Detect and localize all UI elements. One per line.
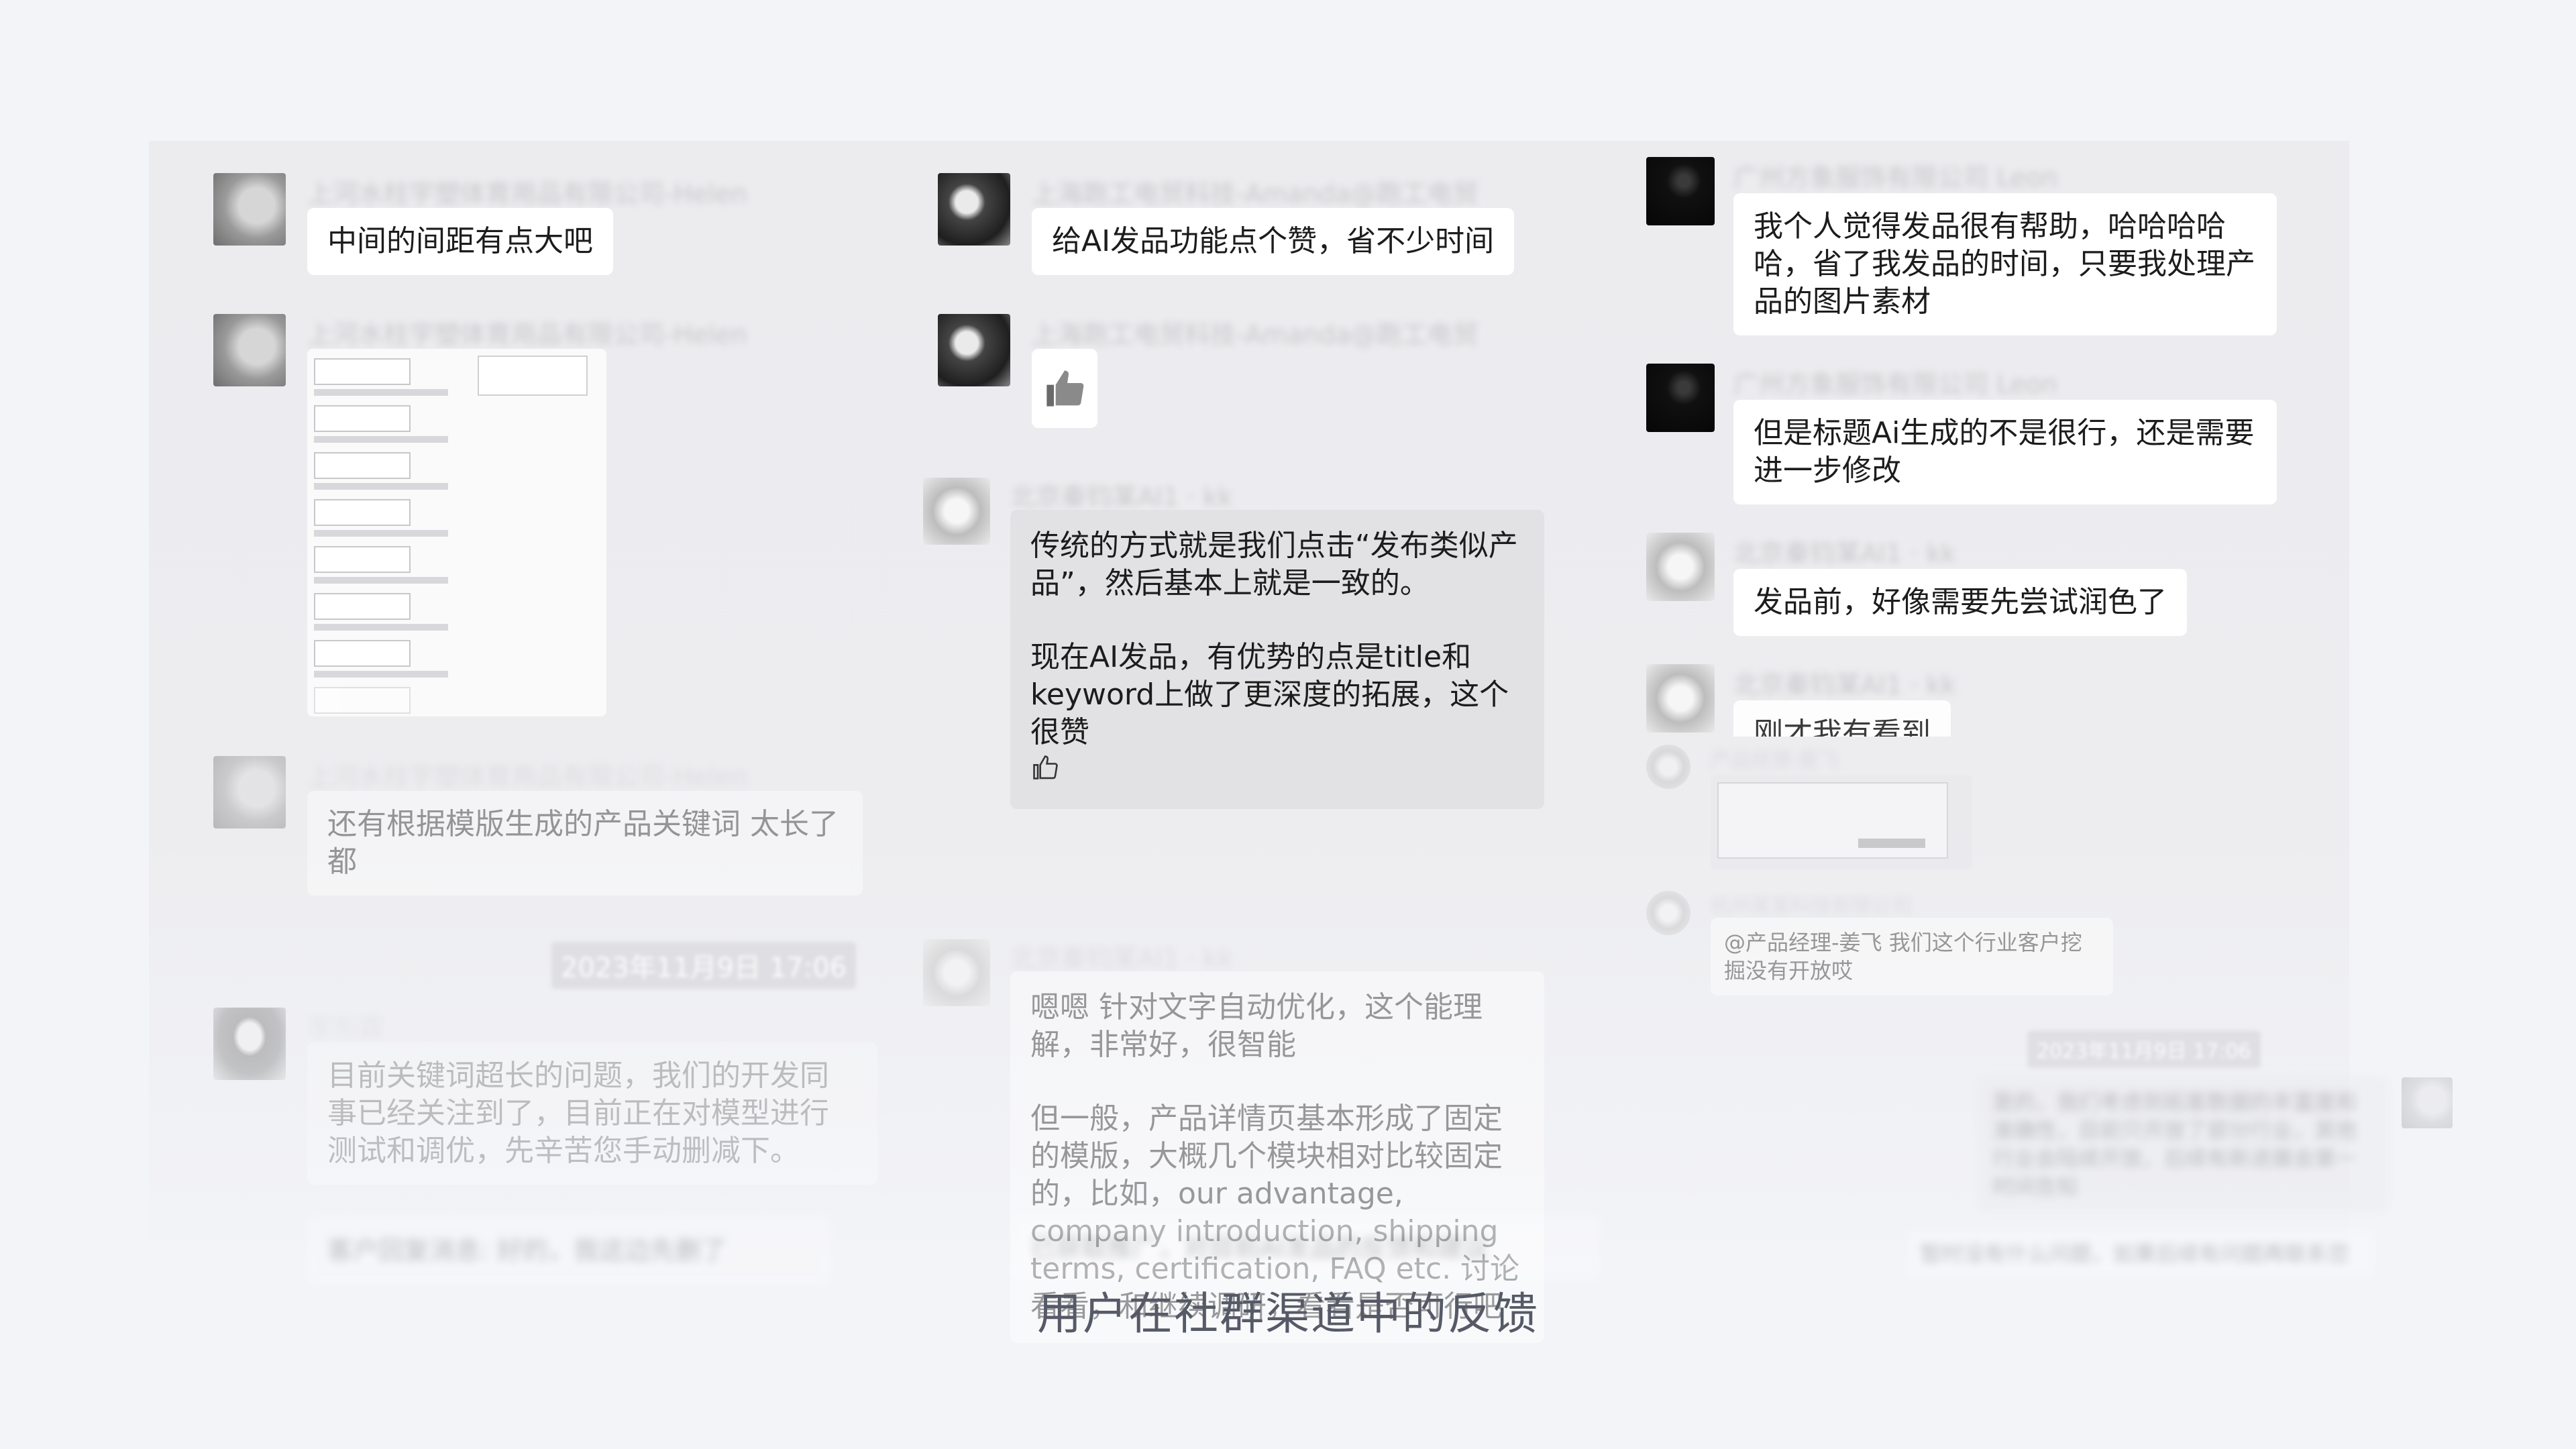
sender-name: 产品经理-姜飞 — [1711, 749, 1839, 772]
thumb-line — [314, 671, 448, 678]
chat-column-1: 上河水柱宇塑体育用品有限公司-Helen 中间的间距有点大吧 上河水柱宇塑体育用… — [149, 141, 887, 1284]
avatar[interactable] — [213, 173, 286, 246]
timestamp: 2023年11月9日 17:06 — [2027, 1030, 2261, 1068]
sender-name: 北京秦钧某AI1 · kk — [1010, 482, 1233, 512]
quoted-message-bubble[interactable]: 传统的方式就是我们点击“发布类似产品”，然后基本上就是一致的。 现在AI发品，有… — [1010, 510, 1544, 809]
thumb-row — [314, 452, 411, 479]
avatar[interactable] — [923, 939, 990, 1006]
sender-name: 上河水柱宇塑体育用品有限公司-Helen — [307, 179, 747, 209]
avatar[interactable] — [938, 173, 1010, 246]
thumb-row — [314, 499, 411, 526]
sender-name: 北京秦钧某AI1 · kk — [1733, 670, 1956, 700]
message-bubble[interactable]: 给AI发品功能点个赞，省不少时间 — [1032, 208, 1515, 275]
sender-name: 杭州某某科技有限公司 — [1711, 895, 1912, 918]
button-preview — [1858, 839, 1925, 848]
thumbs-up-icon — [1046, 370, 1084, 407]
message-bubble[interactable]: 已获取推广，对目前AI发品的反馈和建议 — [1010, 1214, 1601, 1281]
message-bubble[interactable]: @产品经理-姜飞 我们这个行业客户挖掘没有开放哎 — [1711, 918, 2113, 996]
message-bubble[interactable]: 还有根据模版生成的产品关键词 太长了都 — [307, 791, 863, 896]
avatar[interactable] — [2402, 1077, 2453, 1128]
thumb-row — [314, 640, 411, 667]
message-bubble[interactable]: 但是标题Ai生成的不是很行，还是需要进一步修改 — [1733, 400, 2277, 504]
message-bubble[interactable]: 刚才我有看到 — [1733, 700, 1951, 737]
sender-name: 上河水柱宇塑体育用品有限公司-Helen — [307, 320, 747, 350]
chat-collage: 上河水柱宇塑体育用品有限公司-Helen 中间的间距有点大吧 上河水柱宇塑体育用… — [149, 141, 2453, 1343]
caption: 用户在社群渠道中的反馈 — [1037, 1288, 1539, 1340]
thumbs-up-icon — [1033, 755, 1058, 780]
thumb-row — [314, 546, 411, 573]
message-paragraph: 传统的方式就是我们点击“发布类似产品”，然后基本上就是一致的。 — [1030, 529, 1518, 600]
sender-name: 上海跑工电贸科技-Amanda@跑工电贸 — [1032, 179, 1479, 209]
screenshot-thumbnail[interactable] — [307, 349, 606, 716]
popup-preview — [478, 356, 588, 396]
thumb-line — [314, 577, 448, 584]
thumbs-up-bubble[interactable] — [1032, 349, 1097, 428]
sender-name: 李东霖 — [307, 1014, 384, 1043]
message-4: 北京秦钧某AI1 · kk 刚才我有看到 — [1646, 664, 2250, 737]
sender-name: 上海跑工电贸科技-Amanda@跑工电贸 — [1032, 320, 1479, 350]
avatar[interactable] — [213, 1008, 286, 1080]
avatar[interactable] — [1646, 891, 1690, 935]
sender-name: 广州方象服饰有限公司 Leon — [1733, 370, 2058, 399]
screenshot-thumbnail[interactable] — [1711, 775, 1972, 869]
thumb-line — [314, 436, 448, 443]
sender-name: 北京秦钧某AI1 · kk — [1010, 944, 1233, 973]
avatar[interactable] — [938, 314, 1010, 386]
message-bubble[interactable]: 是的，我们考虑到拓客数据的丰富度和准确性，目前只开放了部分行业，其他行业会陆续开… — [1979, 1077, 2388, 1212]
thumb-row — [314, 405, 411, 432]
avatar[interactable] — [923, 478, 990, 545]
avatar[interactable] — [1646, 745, 1690, 789]
avatar[interactable] — [213, 314, 286, 386]
chat-column-3: 广州方象服饰有限公司 Leon 我个人觉得发品很有帮助，哈哈哈哈哈，省了我发品的… — [1611, 141, 2453, 1281]
avatar[interactable] — [1646, 533, 1715, 601]
thumb-line — [314, 389, 448, 396]
thumb-line — [314, 624, 448, 631]
message-paragraph: 现在AI发品，有优势的点是title和keyword上做了更深度的拓展，这个很赞 — [1030, 640, 1509, 749]
thumb-row — [314, 593, 411, 620]
thumb-line — [314, 530, 448, 537]
thumb-row — [314, 358, 411, 385]
message-bubble[interactable]: 暂时没有什么问题，如果后续有问题再联系您 — [1907, 1229, 2376, 1279]
chat-column-2: 上海跑工电贸科技-Amanda@跑工电贸 给AI发品功能点个赞，省不少时间 上海… — [887, 141, 1611, 1343]
sender-name: 广州方象服饰有限公司 Leon — [1733, 163, 2058, 193]
avatar[interactable] — [1646, 364, 1715, 432]
message-bubble[interactable]: 中间的间距有点大吧 — [307, 208, 613, 275]
message-bubble[interactable]: 客户回复消息: 好的，我这边先删了 — [307, 1217, 830, 1284]
avatar[interactable] — [1646, 664, 1715, 733]
message-bubble[interactable]: 目前关键词超长的问题，我们的开发同事已经关注到了，目前正在对模型进行测试和调优，… — [307, 1042, 877, 1185]
sender-name: 北京秦钧某AI1 · kk — [1733, 539, 1956, 568]
message-bubble[interactable]: 发品前，好像需要先尝试润色了 — [1733, 569, 2187, 636]
message-bubble[interactable]: 我个人觉得发品很有帮助，哈哈哈哈哈，省了我发品的时间，只要我处理产品的图片素材 — [1733, 193, 2277, 335]
avatar[interactable] — [1646, 157, 1715, 225]
thumb-row — [314, 687, 411, 714]
sender-name: 上河水柱宇塑体育用品有限公司-Helen — [307, 762, 747, 792]
avatar[interactable] — [213, 756, 286, 828]
timestamp: 2023年11月9日 17:06 — [551, 942, 857, 989]
thumb-line — [314, 483, 448, 490]
message-paragraph: 嗯嗯 针对文字自动优化，这个能理解，非常好，很智能 — [1030, 990, 1483, 1062]
